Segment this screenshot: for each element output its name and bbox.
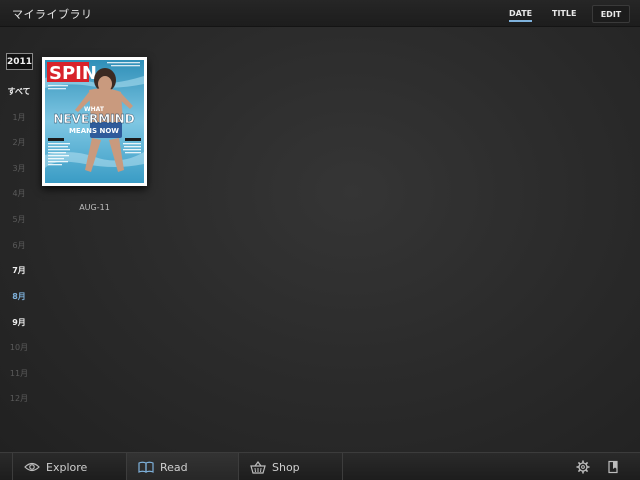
filter-month-12[interactable]: 12月 — [0, 393, 38, 404]
filter-month-7[interactable]: 7月 — [0, 265, 38, 276]
eye-icon — [24, 462, 40, 472]
header-bar: マイライブラリ DATE TITLE EDIT — [0, 0, 640, 27]
sort-tab-title[interactable]: TITLE — [552, 9, 576, 18]
filter-month-2[interactable]: 2月 — [0, 137, 38, 148]
tab-shop-label: Shop — [272, 460, 300, 474]
filter-month-3[interactable]: 3月 — [0, 163, 38, 174]
bookmark-icon[interactable] — [607, 460, 621, 474]
library-screen: マイライブラリ DATE TITLE EDIT 2011 すべて 1月 2月 3… — [0, 0, 640, 480]
basket-icon — [250, 460, 266, 474]
filter-all[interactable]: すべて — [0, 86, 38, 97]
page-title: マイライブラリ — [12, 8, 93, 21]
open-book-icon — [138, 461, 154, 473]
filter-month-11[interactable]: 11月 — [0, 368, 38, 379]
filter-month-6[interactable]: 6月 — [0, 240, 38, 251]
filter-month-9[interactable]: 9月 — [0, 317, 38, 328]
bottom-tab-bar: Explore Read Shop — [0, 452, 640, 480]
edit-button[interactable]: EDIT — [592, 5, 630, 23]
year-selector[interactable]: 2011 — [6, 53, 33, 70]
filter-month-5[interactable]: 5月 — [0, 214, 38, 225]
tab-explore[interactable]: Explore — [12, 453, 126, 480]
magazine-cover[interactable]: SPIN WHAT NEVERMIND MEANS NOW — [42, 57, 147, 186]
masthead-text: SPIN — [49, 63, 97, 84]
tab-explore-label: Explore — [46, 460, 88, 474]
cover-headline-main: NEVERMIND — [53, 112, 134, 126]
cover-headline-bottom: MEANS NOW — [69, 127, 119, 135]
tab-read[interactable]: Read — [126, 453, 238, 480]
gear-icon[interactable] — [576, 460, 590, 474]
cover-image: SPIN WHAT NEVERMIND MEANS NOW — [45, 60, 144, 183]
filter-month-10[interactable]: 10月 — [0, 342, 38, 353]
tab-shop[interactable]: Shop — [238, 453, 343, 480]
tab-read-label: Read — [160, 460, 188, 474]
magazine-date-label: AUG-11 — [79, 203, 110, 212]
filter-month-1[interactable]: 1月 — [0, 112, 38, 123]
filter-month-4[interactable]: 4月 — [0, 188, 38, 199]
filter-month-8[interactable]: 8月 — [0, 291, 38, 302]
sort-tab-date[interactable]: DATE — [509, 9, 533, 22]
